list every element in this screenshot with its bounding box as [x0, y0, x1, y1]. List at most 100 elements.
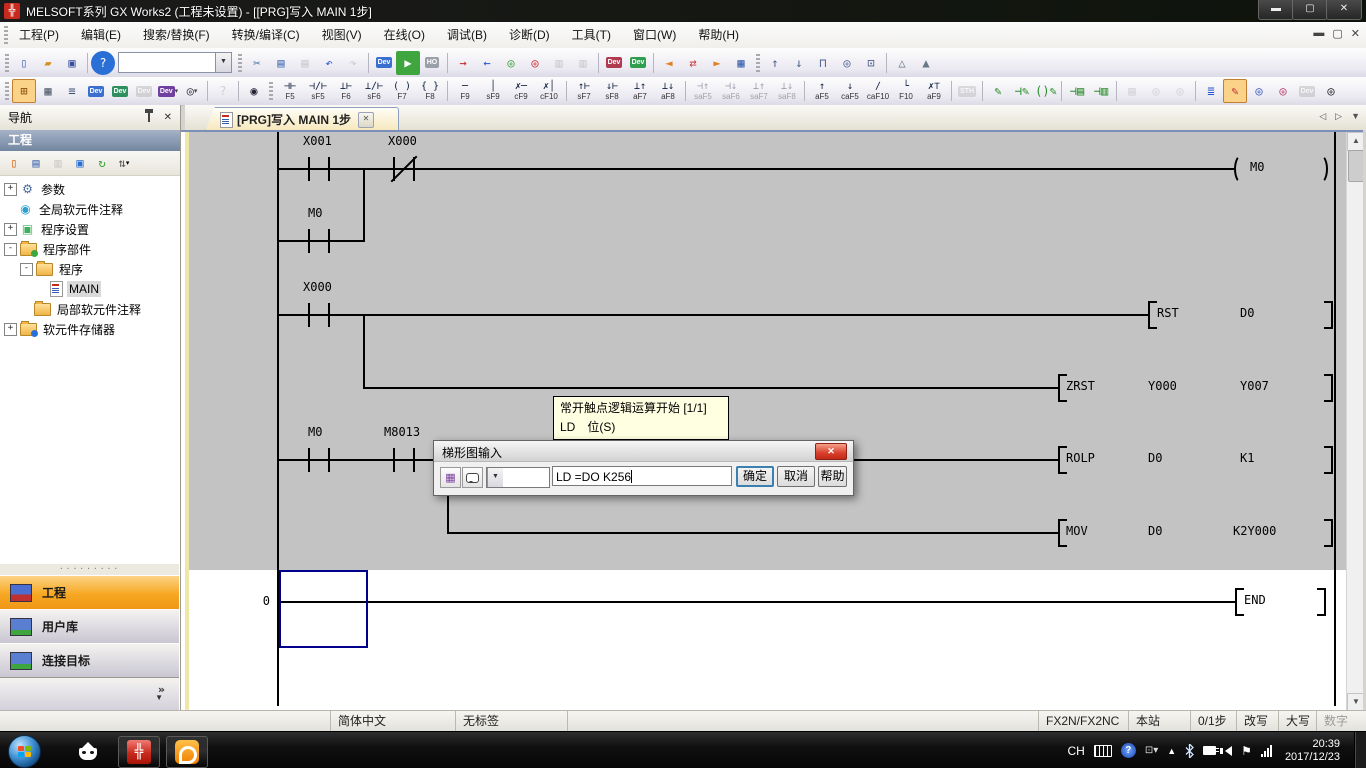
scrollbar-thumb[interactable] — [1348, 150, 1364, 182]
cancel-button[interactable]: 取消 — [777, 466, 815, 487]
instruction-combo[interactable]: ▼ — [486, 467, 550, 488]
menu-item-7[interactable]: 诊断(D) — [498, 22, 561, 48]
io-jump-icon[interactable]: ⇄ — [681, 51, 705, 75]
menu-item-3[interactable]: 转换/编译(C) — [221, 22, 311, 48]
menu-item-0[interactable]: 工程(P) — [8, 22, 70, 48]
tab-main-program[interactable]: [PRG]写入 MAIN 1步 ✕ — [205, 107, 399, 131]
pulse-equal-button-4[interactable]: ⊥↓saF8 — [773, 78, 801, 105]
property-icon[interactable]: ▣ — [69, 152, 91, 174]
falling-pulse-button[interactable]: ↓⊢sF8 — [598, 78, 626, 105]
tree-expander-icon[interactable]: + — [4, 223, 17, 236]
coil-button[interactable]: ( )F7 — [388, 78, 416, 105]
output-window-icon[interactable]: ≡ — [60, 79, 84, 103]
new-project-icon[interactable]: ▯ — [12, 51, 36, 75]
device-gray-icon[interactable]: Dev — [1295, 79, 1319, 103]
help-tray-icon[interactable]: ? — [1121, 743, 1136, 758]
network-icon[interactable] — [1261, 745, 1272, 757]
chevron-dropdown-icon[interactable]: ▼ — [155, 693, 163, 702]
sort-icon[interactable]: ⇅▾ — [113, 152, 135, 174]
nav-button-user-library[interactable]: 用户库 — [0, 609, 179, 644]
copy-icon[interactable]: ▤ — [269, 51, 293, 75]
watch-window-icon[interactable]: Dev▾ — [156, 79, 180, 103]
draw-line-button[interactable]: └F10 — [892, 78, 920, 105]
jump-next-icon[interactable]: ► — [705, 51, 729, 75]
device-list-icon[interactable]: Dev — [108, 79, 132, 103]
tree-item-7[interactable]: +软元件存储器 — [0, 319, 180, 339]
restore-button[interactable]: ▢ — [1292, 0, 1328, 20]
tree-item-1[interactable]: ◉全局软元件注释 — [0, 199, 180, 219]
help-icon[interactable]: ? — [91, 51, 115, 75]
menu-item-4[interactable]: 视图(V) — [311, 22, 373, 48]
navigation-close-icon[interactable]: ✕ — [164, 112, 172, 123]
input-language-indicator[interactable]: CH — [1068, 744, 1085, 758]
menu-item-5[interactable]: 在线(O) — [373, 22, 436, 48]
edit-coil-icon[interactable]: ()✎ — [1034, 79, 1058, 103]
monitor-condition-icon[interactable]: ▦ — [729, 51, 753, 75]
open-branch-button[interactable]: ⊥⊢F6 — [332, 78, 360, 105]
vertical-line-button[interactable]: │sF9 — [479, 78, 507, 105]
comment-icon[interactable] — [462, 467, 483, 488]
pulse-equal-button-3[interactable]: ⊥↑saF7 — [745, 78, 773, 105]
note-edit-icon[interactable]: ◎ — [1247, 79, 1271, 103]
open-project-icon[interactable]: ▰ — [36, 51, 60, 75]
foobar2000-icon[interactable] — [68, 736, 108, 766]
pulse-equal-button-2[interactable]: ⊣↓saF6 — [717, 78, 745, 105]
comment-display-icon[interactable]: ≣ — [1199, 79, 1223, 103]
trace-icon-1[interactable]: △ — [890, 51, 914, 75]
new-item-icon[interactable]: ▯ — [3, 152, 25, 174]
paste-item-icon[interactable]: ▥ — [47, 152, 69, 174]
delete-vline-button[interactable]: ✗│cF10 — [535, 78, 563, 105]
invert-line-button[interactable]: ∕caF10 — [864, 78, 892, 105]
cc-link-icon[interactable]: Dev — [132, 79, 156, 103]
keyboard-icon[interactable] — [1094, 745, 1112, 757]
statement-edit-icon[interactable]: ✎ — [1223, 79, 1247, 103]
find-device-icon[interactable]: ◎▾ — [180, 79, 204, 103]
pulse-exec-icon[interactable]: ⊓ — [811, 51, 835, 75]
edit-rung-icon-1[interactable]: ⊣▤ — [1065, 79, 1089, 103]
tree-expander-icon[interactable]: + — [4, 323, 17, 336]
tree-item-3[interactable]: -程序部件 — [0, 239, 180, 259]
ladder-symbol-icon[interactable]: ▦ — [440, 467, 461, 488]
window-tray-icon[interactable]: ⊡▾ — [1145, 745, 1158, 756]
delete-hline-button[interactable]: ✗─cF9 — [507, 78, 535, 105]
window-select-combo[interactable]: ▼ — [118, 52, 232, 73]
step-run-icon[interactable]: ↑ — [763, 51, 787, 75]
pulse-equal-button-1[interactable]: ⊣↑saF5 — [689, 78, 717, 105]
tab-close-icon[interactable]: ✕ — [358, 112, 374, 128]
device-display-icon[interactable]: Dev — [372, 51, 396, 75]
tab-scroll-left-icon[interactable]: ◁ — [1319, 111, 1326, 122]
start-button[interactable] — [8, 735, 41, 768]
pin-icon[interactable] — [148, 113, 150, 122]
edit-mode-icon[interactable]: ✎ — [986, 79, 1010, 103]
monitor-start-icon[interactable]: ◎ — [499, 51, 523, 75]
tree-item-4[interactable]: -程序 — [0, 259, 180, 279]
cross-reference-icon[interactable]: ◉ — [242, 79, 266, 103]
edit-rung-icon-2[interactable]: ⊣▥ — [1089, 79, 1113, 103]
mdi-close-button[interactable]: ✕ — [1351, 27, 1360, 40]
tree-item-2[interactable]: +▣程序设置 — [0, 219, 180, 239]
mdi-restore-button[interactable]: ▢ — [1332, 27, 1342, 40]
action-center-flag-icon[interactable]: ⚑ — [1241, 744, 1252, 758]
ladder-editor[interactable] — [181, 130, 1366, 712]
tree-item-5-main[interactable]: MAIN — [0, 279, 180, 299]
horizontal-line-button[interactable]: ─F9 — [451, 78, 479, 105]
navigation-window-icon[interactable]: ⊞ — [12, 79, 36, 103]
step-stop-icon[interactable]: ↓ — [787, 51, 811, 75]
nav-button-connection-destination[interactable]: 连接目标 — [0, 643, 179, 678]
application-instruction-button[interactable]: { }F8 — [416, 78, 444, 105]
write-to-plc-icon[interactable]: → — [451, 51, 475, 75]
bluetooth-icon[interactable] — [1185, 744, 1194, 758]
save-project-icon[interactable]: ▣ — [60, 51, 84, 75]
help-button[interactable]: 帮助 — [818, 466, 847, 487]
menu-item-10[interactable]: 帮助(H) — [687, 22, 750, 48]
tree-expander-icon[interactable]: - — [4, 243, 17, 256]
read-from-plc-icon[interactable]: ← — [475, 51, 499, 75]
open-contact-button[interactable]: ⊣⊢F5 — [276, 78, 304, 105]
instruction-input[interactable]: LD =DO K256 — [552, 466, 732, 486]
volume-icon[interactable] — [1225, 746, 1232, 756]
device-monitor-icon[interactable]: ▶ — [396, 51, 420, 75]
device-replace-icon[interactable]: Dev — [626, 51, 650, 75]
minimize-button[interactable]: ▬ — [1258, 0, 1294, 20]
combo-dropdown-icon[interactable]: ▼ — [215, 53, 231, 72]
tree-expander-icon[interactable]: - — [20, 263, 33, 276]
